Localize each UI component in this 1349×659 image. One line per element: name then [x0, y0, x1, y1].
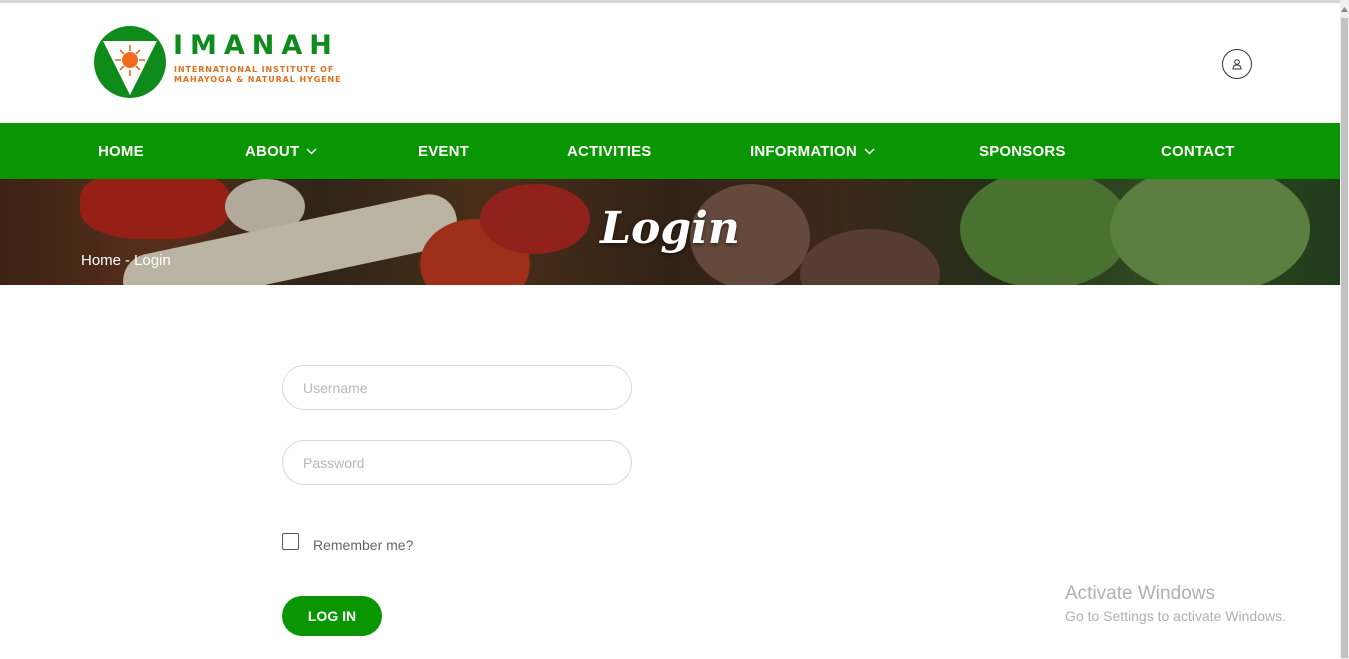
site-header: IMANAH INTERNATIONAL INSTITUTE OF MAHAYO…: [0, 3, 1340, 123]
nav-item-about[interactable]: ABOUT: [245, 123, 317, 179]
brand-tagline: INTERNATIONAL INSTITUTE OF MAHAYOGA & NA…: [174, 65, 342, 85]
breadcrumb-home-link[interactable]: Home: [81, 252, 121, 269]
remember-me-row: Remember me?: [282, 529, 413, 553]
nav-item-label: EVENT: [418, 142, 470, 160]
chevron-down-icon: [864, 147, 875, 155]
scroll-up-arrow-icon[interactable]: [1341, 4, 1348, 14]
nav-item-activities[interactable]: ACTIVITIES: [567, 123, 652, 179]
nav-item-label: SPONSORS: [979, 142, 1066, 160]
account-button[interactable]: [1222, 49, 1252, 79]
activate-windows-title: Activate Windows: [1065, 583, 1215, 604]
nav-item-label: HOME: [98, 142, 144, 160]
chevron-down-icon: [306, 147, 317, 155]
nav-item-label: CONTACT: [1161, 142, 1235, 160]
password-input[interactable]: [282, 440, 632, 485]
nav-item-sponsors[interactable]: SPONSORS: [979, 123, 1066, 179]
remember-me-checkbox[interactable]: [282, 532, 299, 550]
breadcrumb-separator: -: [125, 252, 131, 269]
breadcrumb-current: Login: [134, 252, 171, 269]
logo-emblem-icon: [94, 26, 166, 98]
activate-windows-subtitle: Go to Settings to activate Windows.: [1065, 608, 1286, 624]
username-input[interactable]: [282, 365, 632, 410]
brand-name: IMANAH: [173, 30, 339, 61]
nav-item-contact[interactable]: CONTACT: [1161, 123, 1235, 179]
nav-item-event[interactable]: EVENT: [418, 123, 469, 179]
user-icon: [1232, 59, 1242, 70]
nav-item-label: INFORMATION: [750, 142, 857, 160]
remember-me-label[interactable]: Remember me?: [313, 537, 413, 553]
breadcrumb: Home - Login: [81, 252, 171, 269]
brand-tagline-line2: MAHAYOGA & NATURAL HYGENE: [174, 75, 342, 84]
nav-item-home[interactable]: HOME: [98, 123, 144, 179]
scrollbar-thumb[interactable]: [1341, 18, 1348, 658]
site-logo[interactable]: IMANAH INTERNATIONAL INSTITUTE OF MAHAYO…: [93, 25, 363, 101]
brand-tagline-line1: INTERNATIONAL INSTITUTE OF: [174, 65, 335, 74]
page-title: Login: [600, 203, 740, 254]
nav-item-label: ABOUT: [245, 142, 300, 160]
nav-item-label: ACTIVITIES: [567, 142, 652, 160]
login-button[interactable]: LOG IN: [282, 596, 382, 636]
main-nav: HOME ABOUT EVENT ACTIVITIES INFORMATION …: [0, 123, 1340, 179]
nav-item-information[interactable]: INFORMATION: [750, 123, 875, 179]
page-banner: Login Home - Login: [0, 179, 1340, 285]
